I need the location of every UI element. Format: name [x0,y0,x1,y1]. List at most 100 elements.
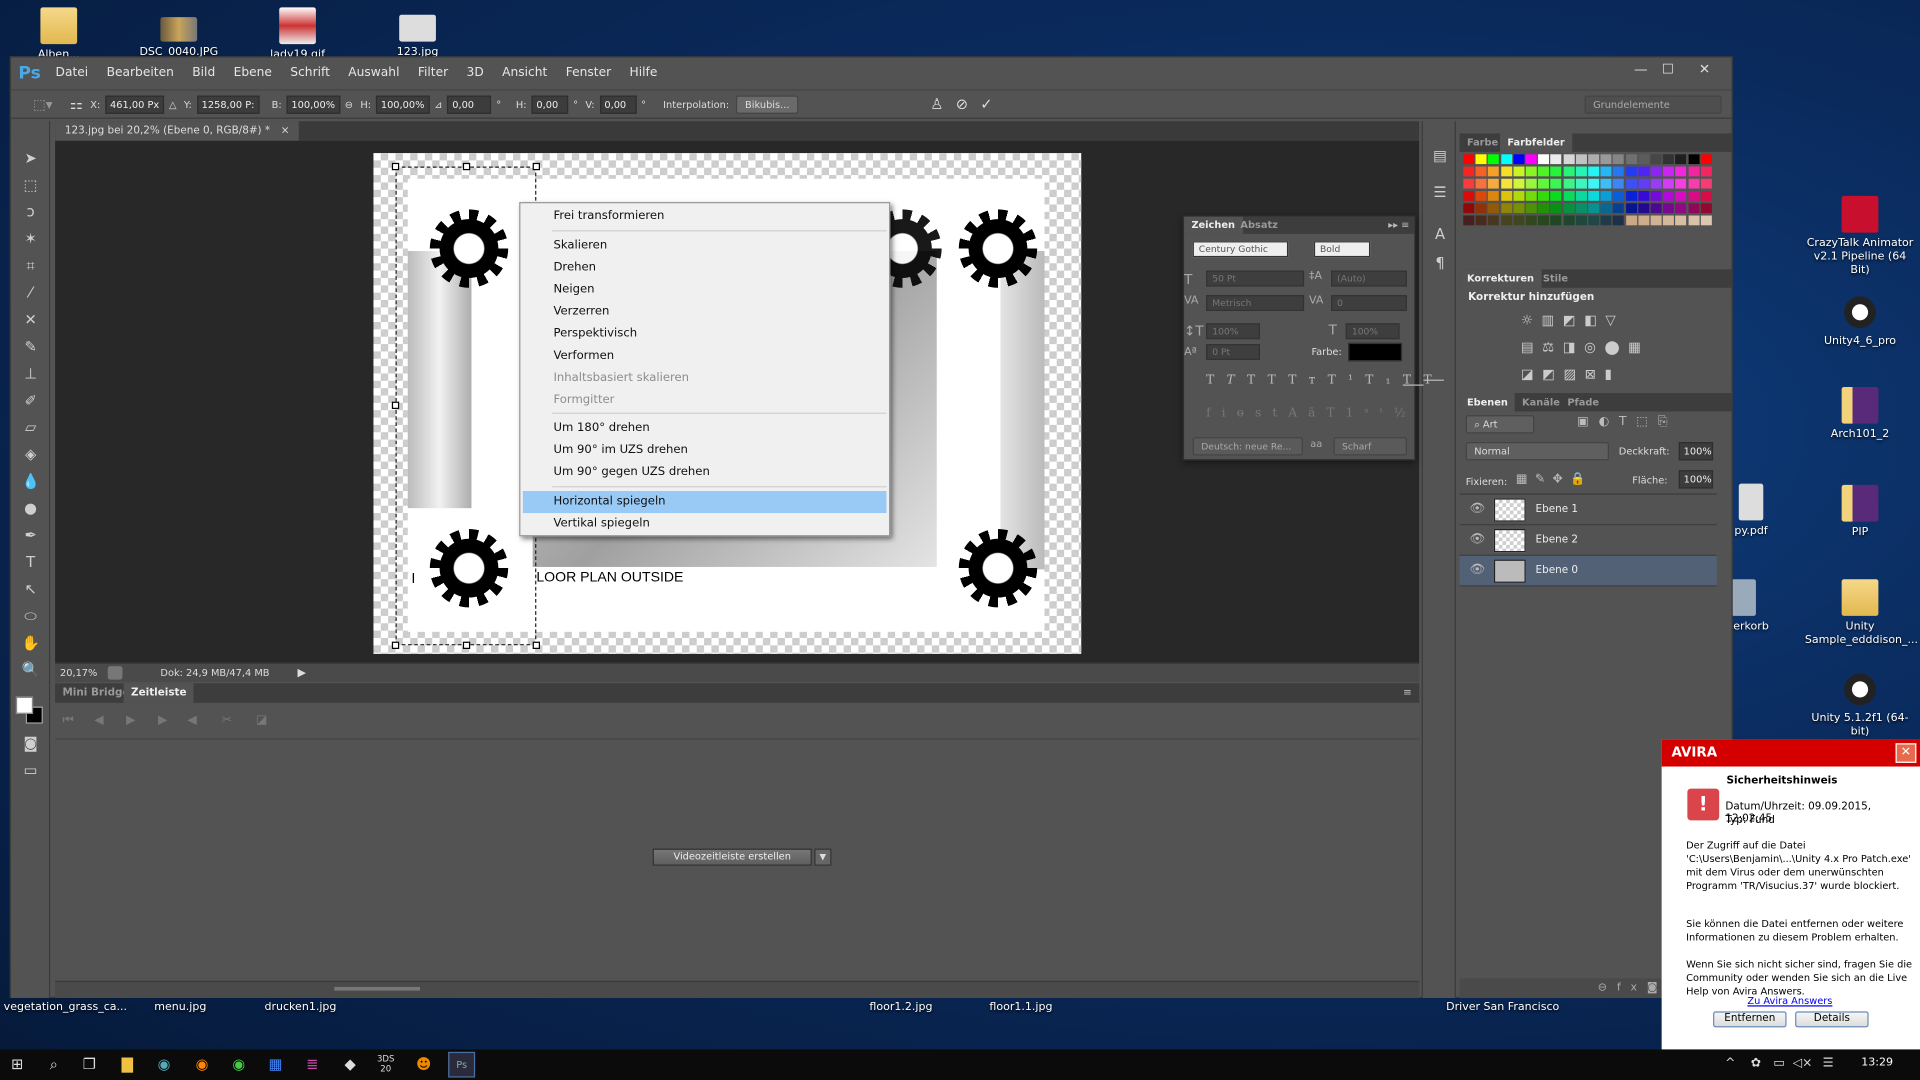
stylistic-icon[interactable]: A [1288,407,1308,420]
gimp-icon[interactable]: ☻ [414,1054,434,1074]
color-swatch[interactable] [1513,154,1525,165]
baseline-field[interactable]: 0 Pt [1206,344,1261,361]
superscript-icon[interactable]: T¹ [1328,373,1366,386]
ligature-icon[interactable]: fi [1206,407,1236,420]
tab-farbe[interactable]: Farbe [1460,133,1506,153]
subscript-icon[interactable]: T₁ [1365,373,1403,386]
desktop-icon-unity-sample[interactable]: Unity Sample_edddison_... [1805,579,1918,648]
faux-bold-icon[interactable]: T [1206,373,1226,386]
tracking-field[interactable]: 0 [1331,295,1407,312]
color-swatch[interactable] [1600,178,1612,189]
horizontal-scale-field[interactable]: 100% [1345,323,1400,340]
marquee-tool-icon[interactable]: ⬚ [21,175,41,195]
color-swatch[interactable] [1588,166,1600,177]
photo-filter-icon[interactable]: ◎ [1584,339,1604,355]
desktop-label[interactable]: menu.jpg [154,1002,206,1014]
color-swatch[interactable] [1650,203,1662,214]
color-swatch[interactable] [1700,191,1712,201]
color-swatch[interactable] [1700,203,1712,214]
lock-all-icon[interactable]: 🔒 [1570,473,1593,486]
color-swatch[interactable] [1688,191,1700,201]
screen-mode-icon[interactable]: ▭ [21,760,41,780]
color-swatch[interactable] [1625,154,1637,165]
desktop-icon-unity5[interactable]: Unity 5.1.2f1 (64-bit) [1805,671,1915,740]
link-layers-icon[interactable]: ⊖ [1598,982,1617,994]
color-swatch[interactable] [1550,166,1562,177]
font-style-select[interactable]: Bold [1313,241,1371,258]
context-menu-item[interactable]: Verformen [523,345,887,367]
color-swatch[interactable] [1488,203,1500,214]
close-button[interactable]: ✕ [1691,61,1718,81]
panel-menu-icon[interactable]: ≡ [1403,683,1412,703]
context-menu-item[interactable]: Drehen [523,257,887,279]
color-swatch[interactable] [1663,166,1675,177]
color-swatch[interactable] [1488,166,1500,177]
color-swatch[interactable] [1513,178,1525,189]
details-button[interactable]: Details [1795,1011,1869,1028]
color-swatch[interactable] [1700,215,1712,226]
color-swatch[interactable] [1525,215,1537,226]
paragraph-panel-icon[interactable]: ¶ [1430,253,1450,273]
transform-tool-icon[interactable]: ⬚▾ [33,96,52,112]
color-swatch[interactable] [1563,154,1575,165]
color-swatch[interactable] [1675,191,1687,201]
levels-icon[interactable]: ▥ [1541,312,1562,328]
eyedropper-tool-icon[interactable]: ⁄ [21,283,41,303]
desktop-icon-album[interactable]: Alben... [4,7,114,62]
color-swatch[interactable] [1550,178,1562,189]
color-swatch[interactable] [1575,215,1587,226]
color-swatch[interactable] [1513,191,1525,201]
pen-tool-icon[interactable]: ✒ [21,525,41,545]
tab-farbfelder[interactable]: Farbfelder [1500,133,1573,154]
history-brush-icon[interactable]: ✐ [21,391,41,411]
color-swatch[interactable] [1625,166,1637,177]
shape-filter-icon[interactable]: ⬚ [1636,415,1657,428]
color-swatch[interactable] [1675,166,1687,177]
small-caps-icon[interactable]: Tт [1288,373,1327,386]
color-swatch[interactable] [1588,203,1600,214]
menu-bearbeiten[interactable]: Bearbeiten [107,66,174,79]
color-swatch[interactable] [1688,154,1700,165]
hskew-field[interactable]: 0,00 [531,94,569,114]
tab-korrekturen[interactable]: Korrekturen [1459,269,1542,289]
posterize-icon[interactable]: ◩ [1542,366,1563,382]
color-swatch[interactable] [1675,154,1687,165]
color-swatch[interactable] [1638,191,1650,201]
bw-icon[interactable]: ◨ [1563,339,1584,355]
color-swatch[interactable] [1575,191,1587,201]
layer-row[interactable]: 👁 Ebene 2 [1459,525,1717,556]
menu-auswahl[interactable]: Auswahl [348,66,399,79]
color-swatch[interactable] [1500,166,1512,177]
layer-row-selected[interactable]: 👁 Ebene 0 [1459,555,1717,587]
color-swatch[interactable] [1550,154,1562,165]
color-swatch[interactable] [1600,154,1612,165]
maximize-button[interactable]: ☐ [1654,61,1681,81]
volume-icon[interactable]: ◁× [1793,1054,1813,1074]
font-family-select[interactable]: Century Gothic [1192,241,1289,258]
menu-hilfe[interactable]: Hilfe [630,66,658,79]
color-swatch[interactable] [1663,154,1675,165]
menu-bild[interactable]: Bild [192,66,215,79]
menu-schrift[interactable]: Schrift [290,66,330,79]
color-swatch[interactable] [1588,154,1600,165]
text-color-swatch[interactable] [1348,342,1403,362]
transform-handle[interactable] [532,641,541,649]
height-field[interactable]: 100,00% [375,94,430,114]
color-swatch[interactable] [1513,203,1525,214]
color-swatch[interactable] [1663,215,1675,226]
remove-button[interactable]: Entfernen [1713,1011,1787,1028]
color-swatch[interactable] [1675,215,1687,226]
tab-stile[interactable]: Stile [1536,269,1576,289]
color-swatch[interactable] [1563,215,1575,226]
context-menu-item[interactable]: Um 90° im UZS drehen [523,440,887,462]
color-swatch[interactable] [1650,191,1662,201]
color-swatch[interactable] [1588,191,1600,201]
color-swatch[interactable] [1613,154,1625,165]
color-swatch[interactable] [1475,166,1487,177]
color-swatch[interactable] [1675,203,1687,214]
notifications-icon[interactable]: ☰ [1818,1054,1838,1074]
image-filter-icon[interactable]: ▣ [1577,415,1598,428]
color-swatch[interactable] [1575,154,1587,165]
type-tool-icon[interactable]: T [21,552,41,572]
color-swatch[interactable] [1688,166,1700,177]
